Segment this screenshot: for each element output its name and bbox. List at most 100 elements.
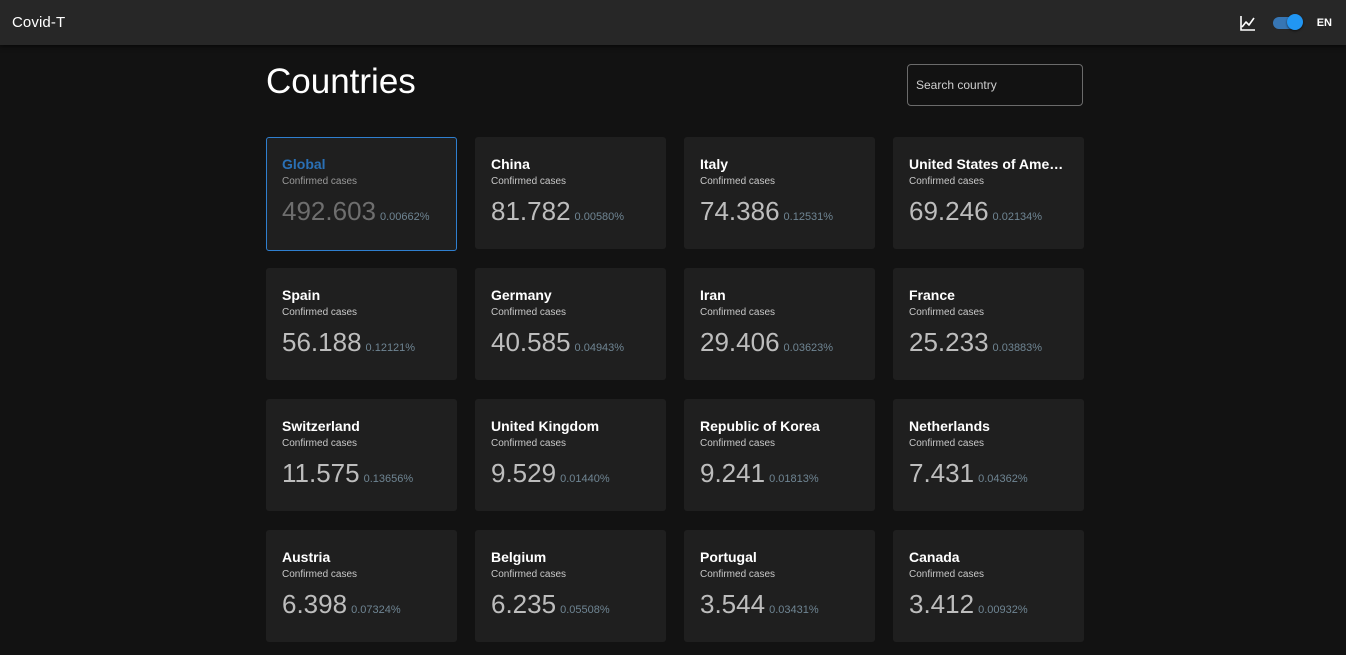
app-bar: Covid-T EN [0, 0, 1346, 45]
card-stats: 9.241 0.01813% [700, 458, 859, 488]
confirmed-count: 11.575 [282, 458, 360, 488]
line-chart-icon[interactable] [1239, 14, 1257, 32]
confirmed-cases-label: Confirmed cases [700, 438, 776, 449]
percentage: 0.12531% [783, 211, 834, 223]
percentage: 0.05508% [560, 604, 610, 616]
country-name: Switzerland [282, 418, 360, 434]
country-card[interactable]: Canada Confirmed cases 3.412 0.00932% [893, 530, 1084, 642]
country-card[interactable]: Spain Confirmed cases 56.188 0.12121% [266, 268, 457, 380]
country-name: Global [282, 156, 326, 172]
confirmed-cases-label: Confirmed cases [491, 307, 567, 318]
confirmed-count: 492.603 [282, 196, 376, 226]
country-name: China [491, 156, 530, 172]
percentage: 0.04362% [978, 473, 1028, 485]
country-name: United Kingdom [491, 418, 600, 434]
percentage: 0.02134% [992, 211, 1043, 223]
country-card[interactable]: Austria Confirmed cases 6.398 0.07324% [266, 530, 457, 642]
country-name: Germany [491, 287, 552, 303]
country-card[interactable]: United Kingdom Confirmed cases 9.529 0.0144… [475, 399, 666, 511]
confirmed-cases-label: Confirmed cases [282, 176, 358, 187]
confirmed-count: 3.412 [909, 589, 975, 619]
confirmed-cases-label: Confirmed cases [700, 569, 776, 580]
confirmed-count: 74.386 [700, 196, 780, 226]
card-stats: 11.575 0.13656% [282, 458, 441, 488]
confirmed-count: 81.782 [491, 196, 571, 226]
confirmed-count: 25.233 [909, 327, 989, 357]
card-stats: 7.431 0.04362% [909, 458, 1068, 488]
country-name: Republic of Korea [700, 418, 820, 434]
confirmed-cases-label: Confirmed cases [700, 307, 776, 318]
confirmed-cases-label: Confirmed cases [909, 438, 985, 449]
card-stats: 56.188 0.12121% [282, 327, 441, 357]
card-stats: 3.412 0.00932% [909, 589, 1068, 619]
country-grid: Global Confirmed cases 492.603 0.00662% Chin… [266, 137, 1084, 642]
confirmed-count: 3.544 [700, 589, 766, 619]
percentage: 0.13656% [363, 473, 414, 485]
percentage: 0.04943% [574, 342, 625, 354]
percentage: 0.03623% [783, 342, 834, 354]
theme-toggle[interactable] [1272, 13, 1303, 30]
country-card[interactable]: France Confirmed cases 25.233 0.03883% [893, 268, 1084, 380]
card-stats: 9.529 0.01440% [491, 458, 650, 488]
country-name: Spain [282, 287, 321, 303]
card-stats: 6.398 0.07324% [282, 589, 441, 619]
language-button[interactable]: EN [1317, 17, 1332, 29]
percentage: 0.03883% [992, 342, 1043, 354]
card-stats: 25.233 0.03883% [909, 327, 1068, 357]
page-title: Countries [266, 62, 416, 101]
confirmed-count: 40.585 [491, 327, 571, 357]
confirmed-count: 69.246 [909, 196, 989, 226]
card-stats: 81.782 0.00580% [491, 196, 650, 226]
country-card[interactable]: Republic of Korea Confirmed cases 9.241 0.0… [684, 399, 875, 511]
country-name: United States of America [909, 156, 1068, 172]
country-card[interactable]: Iran Confirmed cases 29.406 0.03623% [684, 268, 875, 380]
confirmed-cases-label: Confirmed cases [909, 307, 985, 318]
country-name: Italy [700, 156, 729, 172]
confirmed-count: 9.241 [700, 458, 766, 488]
confirmed-cases-label: Confirmed cases [700, 176, 776, 187]
country-name: Canada [909, 549, 960, 565]
confirmed-count: 56.188 [282, 327, 362, 357]
percentage: 0.00662% [379, 211, 430, 223]
confirmed-cases-label: Confirmed cases [491, 176, 567, 187]
confirmed-count: 6.235 [491, 589, 557, 619]
percentage: 0.12121% [365, 342, 416, 354]
percentage: 0.01440% [560, 473, 610, 485]
app-title[interactable]: Covid-T [12, 14, 65, 31]
toggle-thumb [1286, 13, 1303, 30]
app-bar-actions: EN [1239, 13, 1334, 32]
confirmed-cases-label: Confirmed cases [282, 569, 358, 580]
card-stats: 6.235 0.05508% [491, 589, 650, 619]
country-name: Belgium [491, 549, 547, 565]
country-card[interactable]: Belgium Confirmed cases 6.235 0.05508% [475, 530, 666, 642]
country-name: Portugal [700, 549, 757, 565]
percentage: 0.07324% [351, 604, 401, 616]
card-stats: 74.386 0.12531% [700, 196, 859, 226]
card-stats: 3.544 0.03431% [700, 589, 859, 619]
search-input[interactable] [907, 64, 1083, 106]
confirmed-cases-label: Confirmed cases [282, 438, 358, 449]
confirmed-count: 7.431 [909, 458, 975, 488]
country-name: France [909, 287, 955, 303]
country-card[interactable]: Global Confirmed cases 492.603 0.00662% [266, 137, 457, 251]
country-card[interactable]: China Confirmed cases 81.782 0.00580% [475, 137, 666, 249]
percentage: 0.03431% [769, 604, 819, 616]
card-stats: 29.406 0.03623% [700, 327, 859, 357]
country-card[interactable]: Netherlands Confirmed cases 7.431 0.04362% [893, 399, 1084, 511]
confirmed-count: 6.398 [282, 589, 348, 619]
card-stats: 69.246 0.02134% [909, 196, 1068, 226]
country-name: Iran [700, 287, 726, 303]
country-name: Netherlands [909, 418, 990, 434]
country-card[interactable]: Switzerland Confirmed cases 11.575 0.13656% [266, 399, 457, 511]
confirmed-cases-label: Confirmed cases [491, 438, 567, 449]
percentage: 0.01813% [769, 473, 819, 485]
confirmed-count: 9.529 [491, 458, 557, 488]
country-name: Austria [282, 549, 331, 565]
country-card[interactable]: United States of America Confirmed cases 6… [893, 137, 1084, 249]
confirmed-cases-label: Confirmed cases [909, 176, 985, 187]
card-stats: 492.603 0.00662% [282, 196, 441, 226]
country-card[interactable]: Germany Confirmed cases 40.585 0.04943% [475, 268, 666, 380]
country-card[interactable]: Italy Confirmed cases 74.386 0.12531% [684, 137, 875, 249]
country-card[interactable]: Portugal Confirmed cases 3.544 0.03431% [684, 530, 875, 642]
percentage: 0.00932% [978, 604, 1028, 616]
